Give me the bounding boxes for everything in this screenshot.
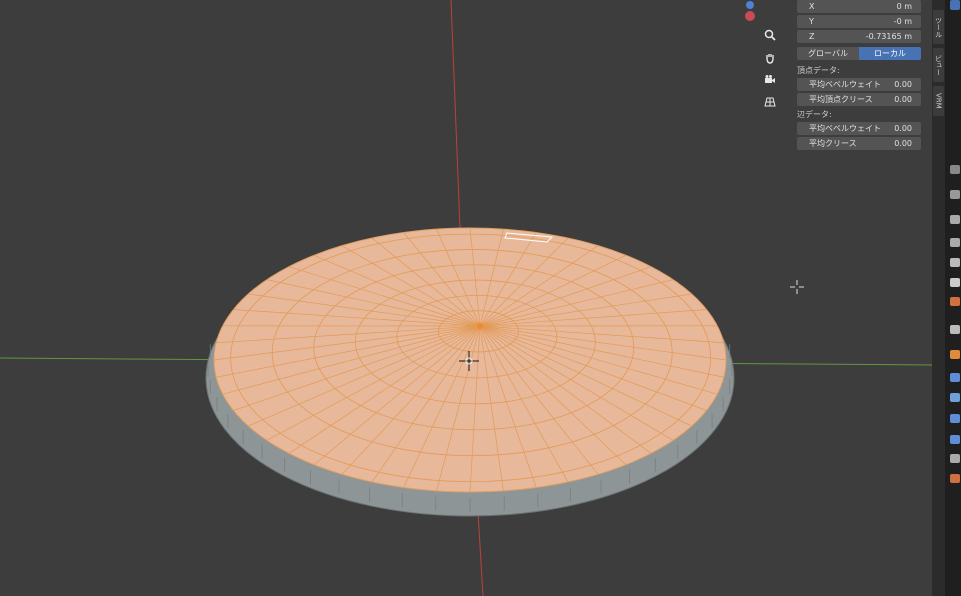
sidebar-item-panel: X0 m Y -0 m Z -0.73165 m グローバル ローカル 頂点データ:… bbox=[797, 0, 921, 152]
hand-pan-icon[interactable] bbox=[759, 48, 781, 68]
output-properties-icon[interactable] bbox=[950, 238, 960, 247]
local-toggle-button[interactable]: ローカル bbox=[859, 47, 921, 60]
camera-icon[interactable] bbox=[759, 70, 781, 90]
location-y-field[interactable]: Y -0 m bbox=[797, 15, 921, 28]
object-properties-icon[interactable] bbox=[950, 350, 960, 359]
z-axis-line-top bbox=[450, 0, 461, 229]
scene-canvas[interactable] bbox=[0, 0, 932, 596]
view-layer-properties-icon[interactable] bbox=[950, 258, 960, 267]
vertex-data-heading: 頂点データ: bbox=[797, 66, 840, 75]
tool-properties-icon[interactable] bbox=[950, 165, 960, 174]
zoom-icon[interactable] bbox=[759, 25, 781, 45]
space-toggle[interactable]: グローバル ローカル bbox=[797, 47, 921, 60]
edge-data-heading: 辺データ: bbox=[797, 110, 832, 119]
collection-properties-icon[interactable] bbox=[950, 325, 960, 334]
mean-bevel-weight-edge-field[interactable]: 平均ベベルウェイト 0.00 bbox=[797, 122, 921, 135]
mean-crease-field[interactable]: 平均クリース 0.00 bbox=[797, 137, 921, 150]
sidebar-tabs: ツール ビュー VRM bbox=[932, 0, 945, 596]
mean-vertex-crease-field[interactable]: 平均頂点クリース 0.00 bbox=[797, 93, 921, 106]
crosshair-cursor-icon bbox=[790, 279, 804, 294]
modifier-properties-icon[interactable] bbox=[950, 373, 960, 382]
data-properties-icon[interactable] bbox=[950, 454, 960, 463]
mean-bevel-weight-vertex-field[interactable]: 平均ベベルウェイト 0.00 bbox=[797, 78, 921, 91]
material-properties-icon[interactable] bbox=[950, 474, 960, 483]
particles-properties-icon[interactable] bbox=[950, 393, 960, 402]
location-z-field[interactable]: Z -0.73165 m bbox=[797, 30, 921, 43]
properties-editor-strip bbox=[945, 0, 961, 596]
axis-gizmo[interactable] bbox=[742, 0, 758, 24]
grid-perspective-icon[interactable] bbox=[759, 92, 781, 112]
3d-viewport[interactable]: X0 m Y -0 m Z -0.73165 m グローバル ローカル 頂点データ:… bbox=[0, 0, 932, 596]
z-axis-line-bottom bbox=[477, 511, 484, 596]
render-properties-icon[interactable] bbox=[950, 215, 960, 224]
global-toggle-button[interactable]: グローバル bbox=[797, 47, 859, 60]
more-properties-icon[interactable] bbox=[950, 190, 960, 199]
editor-type-icon[interactable] bbox=[950, 0, 960, 10]
disc-mesh[interactable] bbox=[205, 227, 735, 517]
constraints-properties-icon[interactable] bbox=[950, 435, 960, 444]
physics-properties-icon[interactable] bbox=[950, 414, 960, 423]
scene-properties-icon[interactable] bbox=[950, 278, 960, 287]
world-properties-icon[interactable] bbox=[950, 297, 960, 306]
location-x-field[interactable]: X0 m bbox=[797, 0, 921, 13]
tab-tool[interactable]: ツール bbox=[933, 10, 944, 44]
tab-view[interactable]: ビュー bbox=[933, 48, 944, 82]
tab-vrm[interactable]: VRM bbox=[933, 86, 944, 116]
